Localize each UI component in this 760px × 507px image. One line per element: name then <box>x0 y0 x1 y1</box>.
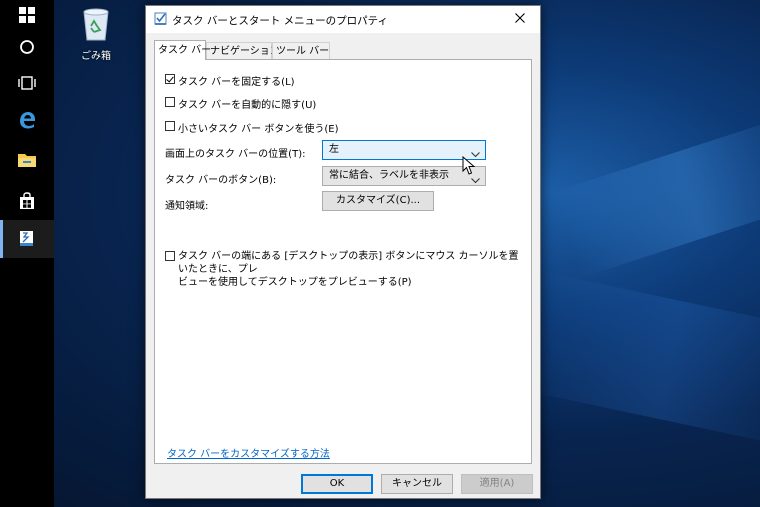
auto-hide-option[interactable]: タスク バーを自動的に隠す(U) <box>165 96 316 111</box>
lock-taskbar-option[interactable]: タスク バーを固定する(L) <box>165 73 295 88</box>
taskbar-properties-icon <box>17 229 37 249</box>
position-label: 画面上のタスク バーの位置(T): <box>165 149 306 160</box>
desktop-light-streak <box>552 112 760 278</box>
edge-icon <box>17 110 37 130</box>
cortana-search-button[interactable] <box>0 28 54 66</box>
recycle-bin-icon <box>80 8 112 45</box>
recycle-bin-label: ごみ箱 <box>81 51 111 62</box>
taskbar-properties-icon <box>154 12 168 29</box>
lock-taskbar-checkbox[interactable] <box>165 74 175 84</box>
cancel-button[interactable]: キャンセル <box>381 474 453 494</box>
task-view-icon <box>18 76 36 90</box>
taskbar-buttons-value: 常に結合、ラベルを非表示 <box>329 170 449 181</box>
store-bag-icon <box>18 192 36 210</box>
recycle-bin[interactable]: ごみ箱 <box>74 6 118 62</box>
folder-icon <box>17 152 37 168</box>
dialog-titlebar[interactable]: タスク バーとスタート メニューのプロパティ <box>146 6 540 33</box>
small-buttons-label: 小さいタスク バー ボタンを使う(E) <box>178 124 339 135</box>
close-button[interactable] <box>500 6 540 33</box>
small-buttons-checkbox[interactable] <box>165 121 175 131</box>
windows-logo-icon <box>19 7 35 23</box>
peek-label: タスク バーの端にある [デスクトップの表示] ボタンにマウス カーソルを置いた… <box>178 250 525 289</box>
file-explorer-button[interactable] <box>0 141 54 179</box>
close-icon <box>515 13 525 26</box>
tab-navigation[interactable]: ナビゲーション <box>206 42 280 59</box>
taskbar-position-value: 左 <box>329 144 339 155</box>
auto-hide-checkbox[interactable] <box>165 97 175 107</box>
apply-button[interactable]: 適用(A) <box>461 474 533 494</box>
tab-taskbar[interactable]: タスク バー <box>154 40 211 60</box>
tab-panel: タスク バーを固定する(L) タスク バーを自動的に隠す(U) 小さいタスク バ… <box>154 59 532 464</box>
dialog-title: タスク バーとスタート メニューのプロパティ <box>172 15 389 27</box>
store-button[interactable] <box>0 182 54 220</box>
taskbar-properties-dialog: タスク バーとスタート メニューのプロパティ タスク バー ナビゲーション ツー… <box>145 5 541 499</box>
tab-toolbars[interactable]: ツール バー <box>272 42 330 59</box>
auto-hide-label: タスク バーを自動的に隠す(U) <box>178 100 317 111</box>
edge-button[interactable] <box>0 101 54 139</box>
small-buttons-option[interactable]: 小さいタスク バー ボタンを使う(E) <box>165 120 338 135</box>
peek-option[interactable]: タスク バーの端にある [デスクトップの表示] ボタンにマウス カーソルを置いた… <box>165 250 525 289</box>
customize-button[interactable]: カスタマイズ(C)... <box>322 191 434 211</box>
desktop-light-streak <box>510 270 760 450</box>
search-circle-icon <box>19 39 35 55</box>
help-link[interactable]: タスク バーをカスタマイズする方法 <box>167 445 330 460</box>
taskbar-properties-taskbar-button[interactable] <box>0 220 54 258</box>
task-view-button[interactable] <box>0 64 54 102</box>
mouse-cursor-icon <box>462 155 476 179</box>
buttons-label: タスク バーのボタン(B): <box>165 175 277 186</box>
ok-button[interactable]: OK <box>301 474 373 494</box>
peek-label-line2: ビューを使用してデスクトップをプレビューする(P) <box>178 277 412 288</box>
taskbar <box>0 0 54 507</box>
lock-taskbar-label: タスク バーを固定する(L) <box>178 77 295 88</box>
peek-checkbox[interactable] <box>165 251 175 261</box>
notification-area-label: 通知領域: <box>165 201 209 212</box>
peek-label-line1: タスク バーの端にある [デスクトップの表示] ボタンにマウス カーソルを置いた… <box>178 251 519 275</box>
